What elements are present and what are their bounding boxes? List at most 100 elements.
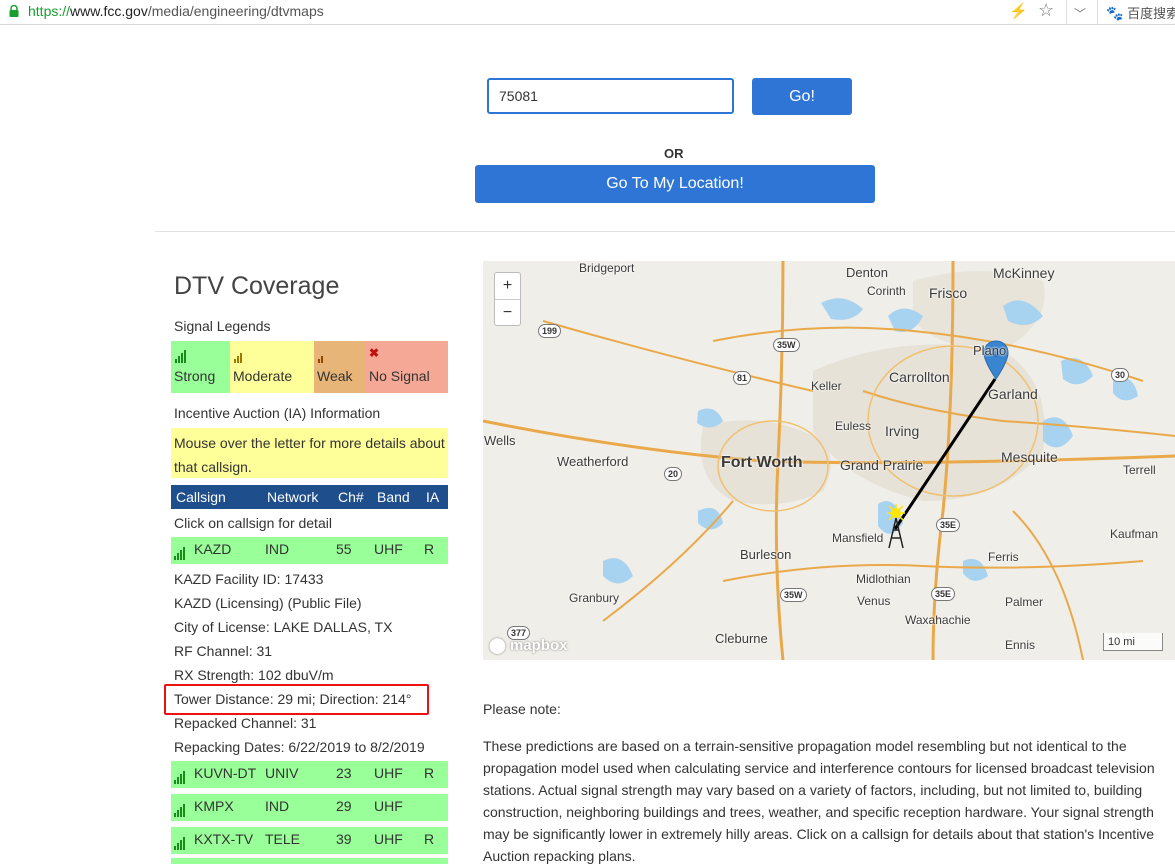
legend-label: Weak	[317, 368, 353, 384]
city-label: Mesquite	[1001, 449, 1058, 465]
zip-input[interactable]	[487, 78, 734, 114]
table-row[interactable]: KUVN-DT UNIV 23 UHF R	[171, 761, 448, 788]
signal-strong-icon	[174, 768, 186, 784]
or-label: OR	[664, 146, 684, 161]
signal-legends-label: Signal Legends	[174, 318, 271, 334]
rf-channel: RF Channel: 31	[174, 643, 273, 659]
city-of-license: City of License: LAKE DALLAS, TX	[174, 619, 393, 635]
zoom-out-button[interactable]: −	[495, 300, 520, 326]
go-button[interactable]: Go!	[752, 78, 852, 115]
mapbox-logo[interactable]: ⬤ mapbox	[489, 636, 567, 654]
column-network: Network	[267, 489, 319, 505]
signal-strong-icon	[175, 347, 187, 363]
divider	[1097, 0, 1098, 24]
highway-shield-icon: 199	[538, 324, 562, 338]
city-label: Weatherford	[557, 454, 629, 469]
city-label: Palmer	[1005, 595, 1044, 609]
channel-cell: 39	[336, 831, 352, 847]
chevron-down-icon[interactable]: ﹀	[1074, 5, 1086, 22]
lock-icon	[9, 5, 19, 17]
legend-label: Strong	[174, 368, 216, 384]
licensing-link[interactable]: (Licensing)	[215, 595, 283, 611]
column-callsign: Callsign	[176, 489, 226, 505]
city-label: Granbury	[569, 591, 620, 605]
table-header: Callsign Network Ch# Band IA	[171, 485, 448, 509]
search-engine-label: 百度搜索	[1127, 6, 1175, 21]
callsign-link[interactable]: KUVN-DT	[194, 765, 256, 781]
legend-no-signal: ✖ No Signal	[366, 341, 448, 393]
signal-weak-icon	[318, 347, 324, 363]
browser-address-bar[interactable]: https://www.fcc.gov/media/engineering/dt…	[0, 0, 1175, 25]
city-label: Frisco	[929, 285, 968, 301]
channel-cell: 23	[336, 765, 352, 781]
facility-id: KAZD Facility ID: 17433	[174, 571, 324, 587]
city-label: Venus	[857, 594, 891, 608]
highway-shield-icon: 35E	[936, 518, 961, 532]
band-cell: UHF	[374, 765, 403, 781]
channel-cell: 29	[336, 798, 352, 814]
signal-strong-icon	[174, 834, 186, 850]
callsign-link[interactable]: KXTX-TV	[194, 831, 253, 847]
table-row[interactable]: KMPX IND 29 UHF	[171, 794, 448, 821]
coverage-map[interactable]: Denton McKinney Frisco Corinth Bridgeport Pla…	[483, 261, 1175, 660]
ia-letter[interactable]: R	[424, 831, 434, 847]
callsign-link[interactable]: KMPX	[194, 798, 234, 814]
city-label: Carrollton	[889, 369, 950, 385]
table-row[interactable]: KAZD IND 55 UHF R	[171, 537, 448, 564]
go-to-my-location-button[interactable]: Go To My Location!	[475, 165, 875, 203]
url-path: /media/engineering/dtvmaps	[147, 3, 324, 19]
licensing-prefix: KAZD	[174, 595, 216, 611]
paw-icon: 🐾	[1106, 5, 1124, 21]
highway-shield-icon: 35E	[931, 587, 956, 601]
divider	[155, 231, 1175, 232]
callsign-link[interactable]: KAZD	[194, 541, 231, 557]
channel-cell: 55	[336, 541, 352, 557]
no-signal-icon: ✖	[369, 346, 380, 360]
mouse-over-note: Mouse over the letter for more details a…	[171, 428, 448, 478]
table-row[interactable]: KXTX-TV TELE 39 UHF R	[171, 827, 448, 854]
city-label: Ferris	[988, 550, 1019, 564]
signal-strong-icon	[174, 544, 186, 560]
city-label: Keller	[811, 379, 842, 393]
table-row[interactable]	[171, 858, 448, 864]
signal-strong-icon	[174, 801, 186, 817]
licensing-line: KAZD (Licensing) (Public File)	[174, 595, 362, 611]
divider	[1066, 0, 1067, 24]
tower-icon[interactable]	[883, 503, 909, 549]
highway-shield-icon: 30	[1111, 368, 1130, 382]
star-icon[interactable]: ☆	[1038, 0, 1054, 21]
public-file-link[interactable]: (Public File)	[288, 595, 362, 611]
zoom-in-button[interactable]: +	[495, 273, 520, 300]
ia-info-label: Incentive Auction (IA) Information	[174, 405, 381, 421]
signal-legend: Strong Moderate Weak ✖ No Signal	[171, 341, 448, 393]
network-cell: IND	[265, 798, 290, 814]
city-label: Ennis	[1005, 638, 1036, 652]
highway-shield-icon: 35W	[773, 338, 800, 352]
column-ia: IA	[426, 489, 440, 505]
network-cell: TELE	[265, 831, 301, 847]
lightning-icon[interactable]: ⚡	[1009, 2, 1028, 20]
url-host: www.fcc.gov	[70, 3, 148, 19]
url-text[interactable]: https://www.fcc.gov/media/engineering/dt…	[28, 3, 324, 19]
city-label: Cleburne	[715, 631, 768, 646]
city-label: Corinth	[867, 284, 906, 298]
city-label: Burleson	[740, 547, 792, 562]
city-label: Bridgeport	[579, 261, 635, 275]
search-engine-box[interactable]: 🐾 百度搜索	[1106, 3, 1175, 22]
band-cell: UHF	[374, 798, 403, 814]
city-label: Irving	[885, 423, 920, 439]
city-label: Midlothian	[856, 572, 911, 586]
please-note-heading: Please note:	[483, 701, 561, 717]
highway-shield-icon: 20	[664, 467, 683, 481]
column-band: Band	[377, 489, 410, 505]
ia-letter[interactable]: R	[424, 541, 434, 557]
band-cell: UHF	[374, 541, 403, 557]
map-scale: 10 mi	[1103, 633, 1163, 651]
legend-weak: Weak	[314, 341, 366, 393]
band-cell: UHF	[374, 831, 403, 847]
click-note: Click on callsign for detail	[174, 515, 332, 531]
ia-letter[interactable]: R	[424, 765, 434, 781]
city-label: Kaufman	[1110, 527, 1159, 541]
city-label: Mansfield	[832, 531, 884, 545]
notice-paragraph: These predictions are based on a terrain…	[483, 738, 1155, 864]
